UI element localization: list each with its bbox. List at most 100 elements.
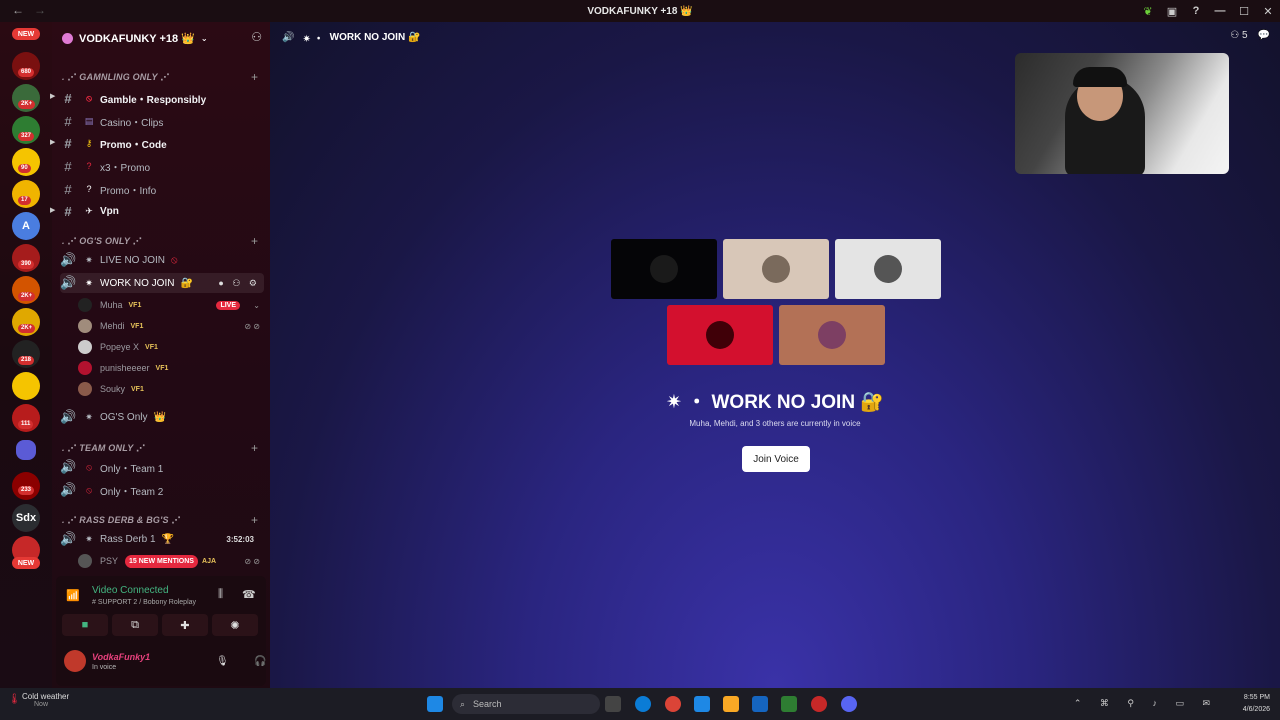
chevron-right-icon[interactable]: ▶ — [50, 92, 55, 100]
voice-user[interactable]: Mehdi VF1 ⊘ ⊘ — [78, 317, 264, 335]
server-icon[interactable] — [12, 372, 40, 400]
title-bar: ← → VODKAFUNKY +18 👑 ❦ ▣ ? — ☐ ✕ — [0, 0, 1280, 22]
minimize-icon[interactable]: — — [1208, 5, 1232, 17]
camera-button[interactable]: ■ — [62, 614, 108, 636]
copilot-icon[interactable] — [694, 696, 710, 712]
chrome-icon[interactable] — [665, 696, 681, 712]
member-count[interactable]: ⚇ 5 — [1230, 30, 1247, 41]
channel-label: OG'S Only — [100, 411, 148, 423]
channel-live-no-join[interactable]: 🔊 ✷ LIVE NO JOIN ⦸ — [60, 250, 264, 270]
category-og[interactable]: . ⋰ OG'S ONLY ⋰ — [62, 236, 142, 247]
unread-badge: 111 — [18, 420, 34, 429]
soundboard-icon[interactable]: ⫼ — [218, 588, 223, 601]
microphone-icon[interactable]: 🎙 — [216, 656, 229, 667]
task-view-icon[interactable] — [605, 696, 621, 712]
participant-tile[interactable] — [835, 239, 941, 299]
activities-button[interactable]: ✚ — [162, 614, 208, 636]
server-icon-letter[interactable]: A — [12, 212, 40, 240]
channel-promo-info[interactable]: # ? Promo・Info — [60, 179, 264, 199]
channel-rass-derb[interactable]: 🔊 ✷ Rass Derb 1 🏆 3:52:03 — [60, 529, 264, 549]
participant-tile[interactable] — [667, 305, 773, 365]
headphones-icon[interactable]: 🎧 — [254, 656, 266, 667]
channel-tools[interactable]: ● ⚇ ⚙ — [218, 278, 260, 289]
voice-user[interactable]: Muha VF1 LIVE ⌄ — [78, 296, 264, 314]
clock-time: 8:55 PM — [1243, 694, 1270, 701]
xbox-icon[interactable] — [781, 696, 797, 712]
voice-status[interactable]: Video Connected — [92, 585, 169, 596]
channel-ogs-only[interactable]: 🔊 ✷ OG'S Only 👑 — [60, 407, 264, 427]
help-icon[interactable]: ? — [1184, 5, 1208, 17]
edge-icon[interactable] — [635, 696, 651, 712]
voice-user[interactable]: Souky VF1 — [78, 380, 264, 398]
chevron-down-icon[interactable]: ⌄ — [253, 301, 260, 310]
maximize-icon[interactable]: ☐ — [1232, 5, 1256, 18]
channel-team2[interactable]: 🔊 ⦸ Only・Team 2 — [60, 480, 264, 500]
back-arrow-icon[interactable]: ← — [12, 3, 24, 17]
channel-casino[interactable]: # ▤ Casino・Clips — [60, 111, 264, 131]
channel-label: Promo・Code — [100, 139, 167, 151]
crown-icon: 👑 — [153, 411, 166, 423]
channel-x3-promo[interactable]: # ? x3・Promo — [60, 156, 264, 176]
weather-icon[interactable]: 🌡 — [8, 694, 21, 705]
taskbar-search[interactable]: ⌕ Search — [452, 694, 600, 714]
server-icon-text[interactable]: Sdx — [12, 504, 40, 532]
role-tag: VF1 — [130, 322, 144, 330]
add-channel-icon[interactable]: + — [251, 513, 258, 527]
weather-sub: Now — [34, 701, 49, 708]
add-channel-icon[interactable]: + — [251, 70, 258, 84]
category-rass[interactable]: . ⋰ RASS DERB & BG'S ⋰ — [62, 515, 181, 526]
app-icon[interactable] — [811, 696, 827, 712]
voice-channel-path[interactable]: # SUPPORT 2 / Bobony Roleplay — [92, 599, 196, 606]
participant-tile[interactable] — [779, 305, 885, 365]
user-status: In voice — [92, 664, 117, 671]
chevron-right-icon[interactable]: ▶ — [50, 138, 55, 146]
unread-badge: 233 — [18, 486, 35, 495]
guild-header[interactable]: VODKAFUNKY +18 👑 ⌄ ⚇ — [52, 22, 270, 54]
weather-widget[interactable]: Cold weather Now — [22, 692, 69, 708]
voice-channel-title-text: WORK NO JOIN — [711, 392, 856, 413]
weather-title: Cold weather — [22, 692, 70, 701]
windows-start-icon[interactable] — [427, 696, 443, 712]
sparkle-icon: ✷ — [85, 277, 93, 288]
channel-promo-code[interactable]: # ⚷ Promo・Code — [60, 133, 264, 153]
join-voice-button[interactable]: Join Voice — [742, 446, 810, 472]
disconnect-icon[interactable]: ☎ — [242, 588, 256, 601]
channel-work-no-join[interactable]: 🔊 ✷ WORK NO JOIN 🔐 ● ⚇ ⚙ — [60, 273, 264, 293]
chevron-right-icon[interactable]: ▶ — [50, 206, 55, 214]
system-tray-icons[interactable]: ⌃ ⌘ ⚲ ♪ ▭ ✉ — [1074, 698, 1218, 709]
speaker-icon: 🔊 — [60, 409, 77, 424]
channel-team1[interactable]: 🔊 ⦸ Only・Team 1 — [60, 457, 264, 477]
add-channel-icon[interactable]: + — [251, 441, 258, 455]
close-icon[interactable]: ✕ — [1256, 5, 1280, 18]
participant-tile[interactable] — [723, 239, 829, 299]
username[interactable]: VodkaFunky1 — [92, 652, 150, 662]
member-count-value: 5 — [1241, 30, 1248, 41]
signal-icon[interactable]: 📶 — [66, 589, 80, 602]
participant-tile[interactable] — [611, 239, 717, 299]
channel-vpn[interactable]: # ✈ Vpn — [60, 201, 264, 221]
camera-feed[interactable] — [1015, 53, 1229, 174]
channel-gamble[interactable]: # ⦸ Gamble・Responsibly — [60, 88, 264, 108]
leaf-icon[interactable]: ❦ — [1136, 5, 1160, 18]
new-mentions-pill[interactable]: 15 NEW MENTIONS — [125, 555, 198, 568]
unread-badge: 218 — [18, 356, 35, 365]
category-gambling[interactable]: . ⋰ GAMNLING ONLY ⋰ — [62, 72, 169, 83]
soundboard-button[interactable]: ✺ — [212, 614, 258, 636]
discord-icon[interactable] — [841, 696, 857, 712]
voice-user[interactable]: punisheeeer VF1 — [78, 359, 264, 377]
category-team[interactable]: . ⋰ TEAM ONLY ⋰ — [62, 443, 145, 454]
file-explorer-icon[interactable] — [723, 696, 739, 712]
inbox-icon[interactable]: ▣ — [1160, 5, 1184, 18]
clock[interactable]: 8:55 PM 4/6/2026 — [1243, 692, 1270, 716]
store-icon[interactable] — [752, 696, 768, 712]
avatar[interactable] — [64, 650, 86, 672]
add-member-icon[interactable]: ⚇ — [251, 30, 262, 44]
globe-icon: ✈ — [85, 205, 93, 216]
chat-icon[interactable]: 💬 — [1258, 30, 1270, 41]
forward-arrow-icon[interactable]: → — [34, 3, 46, 17]
voice-user[interactable]: Popeye X VF1 — [78, 338, 264, 356]
screen-share-button[interactable]: ⧉ — [112, 614, 158, 636]
avatar — [78, 382, 92, 396]
add-channel-icon[interactable]: + — [251, 234, 258, 248]
folder-icon[interactable] — [16, 440, 36, 460]
